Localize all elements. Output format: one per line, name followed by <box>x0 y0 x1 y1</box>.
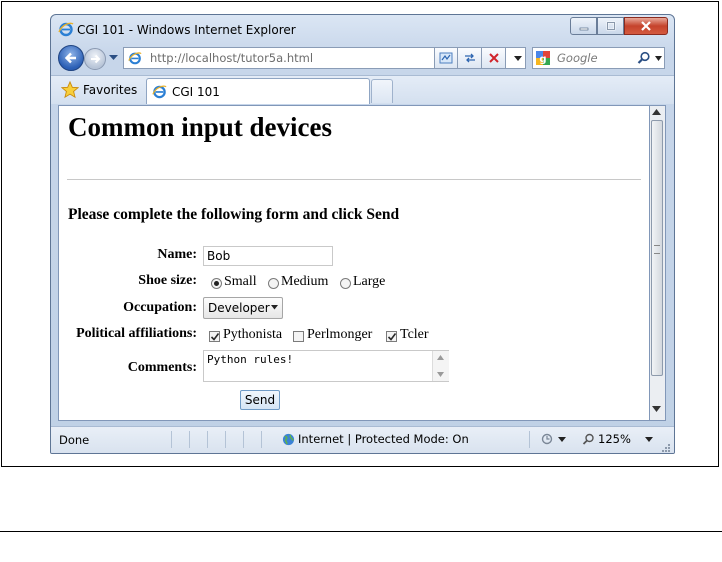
occupation-label: Occupation: <box>123 300 197 315</box>
shoe-option-small: Small <box>224 274 257 289</box>
occupation-select[interactable]: Developer <box>203 297 283 319</box>
refresh-button[interactable] <box>458 47 482 69</box>
status-divider <box>171 431 172 448</box>
stop-x-icon <box>488 53 499 63</box>
favorites-button[interactable]: Favorites <box>61 81 137 99</box>
zone-text: Internet | Protected Mode: On <box>298 432 469 446</box>
recent-pages-dropdown-icon[interactable] <box>109 55 118 61</box>
scroll-thumb[interactable] <box>651 120 663 376</box>
page-ie-icon <box>128 52 142 65</box>
name-label: Name: <box>157 247 197 262</box>
bottom-rule <box>0 531 722 532</box>
page-content: Common input devices Please complete the… <box>58 105 650 421</box>
title-bar: CGI 101 - Windows Internet Explorer <box>51 15 674 43</box>
maximize-button[interactable] <box>597 17 624 35</box>
zoom-icon <box>582 433 594 445</box>
grip-icon <box>654 245 660 254</box>
maximize-icon <box>606 21 615 31</box>
form-heading: Please complete the following form and c… <box>68 206 400 223</box>
svg-text:g: g <box>539 54 546 65</box>
minimize-button[interactable] <box>570 17 597 35</box>
shoe-option-large: Large <box>353 274 386 289</box>
search-icon[interactable] <box>637 51 651 65</box>
compatibility-icon <box>439 52 453 64</box>
navigation-bar: http://localhost/tutor5a.html g Google <box>51 45 674 73</box>
window-controls <box>570 17 668 37</box>
checkbox-pythonista[interactable] <box>209 331 220 342</box>
stop-button[interactable] <box>482 47 506 69</box>
new-tab-button[interactable] <box>371 79 393 103</box>
occupation-value: Developer <box>208 301 270 315</box>
zoom-level: 125% <box>598 432 631 446</box>
horizontal-rule <box>67 179 641 180</box>
minimize-icon <box>579 27 588 31</box>
page-title: Common input devices <box>68 112 333 142</box>
comments-textarea[interactable]: Python rules! <box>203 350 449 382</box>
back-button[interactable] <box>58 45 84 71</box>
tab-ie-icon <box>152 85 167 99</box>
option-perlmonger: Perlmonger <box>307 327 373 342</box>
close-icon <box>641 21 651 31</box>
scroll-up-icon <box>437 355 444 360</box>
textarea-scrollbar[interactable] <box>432 351 449 381</box>
shoe-option-medium: Medium <box>281 274 329 289</box>
status-divider <box>189 431 190 448</box>
status-divider <box>243 431 244 448</box>
status-divider <box>261 431 262 448</box>
tab-label: CGI 101 <box>172 85 220 99</box>
name-input[interactable] <box>203 246 333 266</box>
globe-icon <box>282 433 295 445</box>
status-text: Done <box>59 433 90 447</box>
shoe-size-label: Shoe size: <box>138 273 197 288</box>
address-url: http://localhost/tutor5a.html <box>150 51 314 65</box>
forward-arrow-icon <box>91 54 101 64</box>
google-icon: g <box>536 51 550 65</box>
search-box[interactable]: g Google <box>532 47 665 69</box>
back-arrow-icon <box>64 52 76 64</box>
scroll-down-icon[interactable] <box>652 406 661 412</box>
status-divider <box>207 431 208 448</box>
favorites-label: Favorites <box>83 83 138 97</box>
status-divider <box>225 431 226 448</box>
political-label: Political affiliations: <box>76 326 197 341</box>
checkmark-icon <box>387 333 397 341</box>
security-zone[interactable]: Internet | Protected Mode: On <box>282 432 469 446</box>
checkbox-tcler[interactable] <box>386 331 397 342</box>
shoe-radio-small[interactable] <box>211 278 222 289</box>
chevron-down-icon <box>271 305 278 310</box>
search-dropdown-icon[interactable] <box>655 56 662 61</box>
comments-label: Comments: <box>127 360 197 375</box>
shoe-radio-large[interactable] <box>340 278 351 289</box>
page-scrollbar[interactable] <box>650 105 666 421</box>
window-title: CGI 101 - Windows Internet Explorer <box>77 23 296 37</box>
comments-value: Python rules! <box>207 353 294 366</box>
close-window-button[interactable] <box>624 17 668 35</box>
address-tools <box>434 47 506 69</box>
tab-cgi-101[interactable]: CGI 101 <box>146 78 370 104</box>
browser-window: CGI 101 - Windows Internet Explorer http… <box>50 14 675 454</box>
resize-grip-icon[interactable] <box>661 443 671 453</box>
option-tcler: Tcler <box>400 327 429 342</box>
ie-logo-icon <box>58 22 74 37</box>
option-pythonista: Pythonista <box>223 327 283 342</box>
zoom-dropdown-icon[interactable] <box>644 436 653 442</box>
shoe-radio-medium[interactable] <box>268 278 279 289</box>
refresh-icon <box>464 53 475 63</box>
tab-bar: Favorites CGI 101 <box>51 75 674 104</box>
status-bar: Done Internet | Protected Mode: On 125% <box>51 426 674 453</box>
status-divider <box>529 431 530 448</box>
scroll-up-icon[interactable] <box>652 109 661 115</box>
checkbox-perlmonger[interactable] <box>293 331 304 342</box>
search-input[interactable]: Google <box>557 51 598 65</box>
address-dropdown-icon[interactable] <box>514 56 522 61</box>
scroll-down-icon <box>437 372 444 377</box>
compatibility-view-button[interactable] <box>434 47 458 69</box>
page-tools-icon[interactable] <box>541 432 567 446</box>
forward-button[interactable] <box>84 48 106 70</box>
zoom-control[interactable]: 125% <box>582 432 653 446</box>
checkmark-icon <box>210 333 220 341</box>
star-icon <box>61 81 79 99</box>
send-button[interactable]: Send <box>240 390 280 410</box>
